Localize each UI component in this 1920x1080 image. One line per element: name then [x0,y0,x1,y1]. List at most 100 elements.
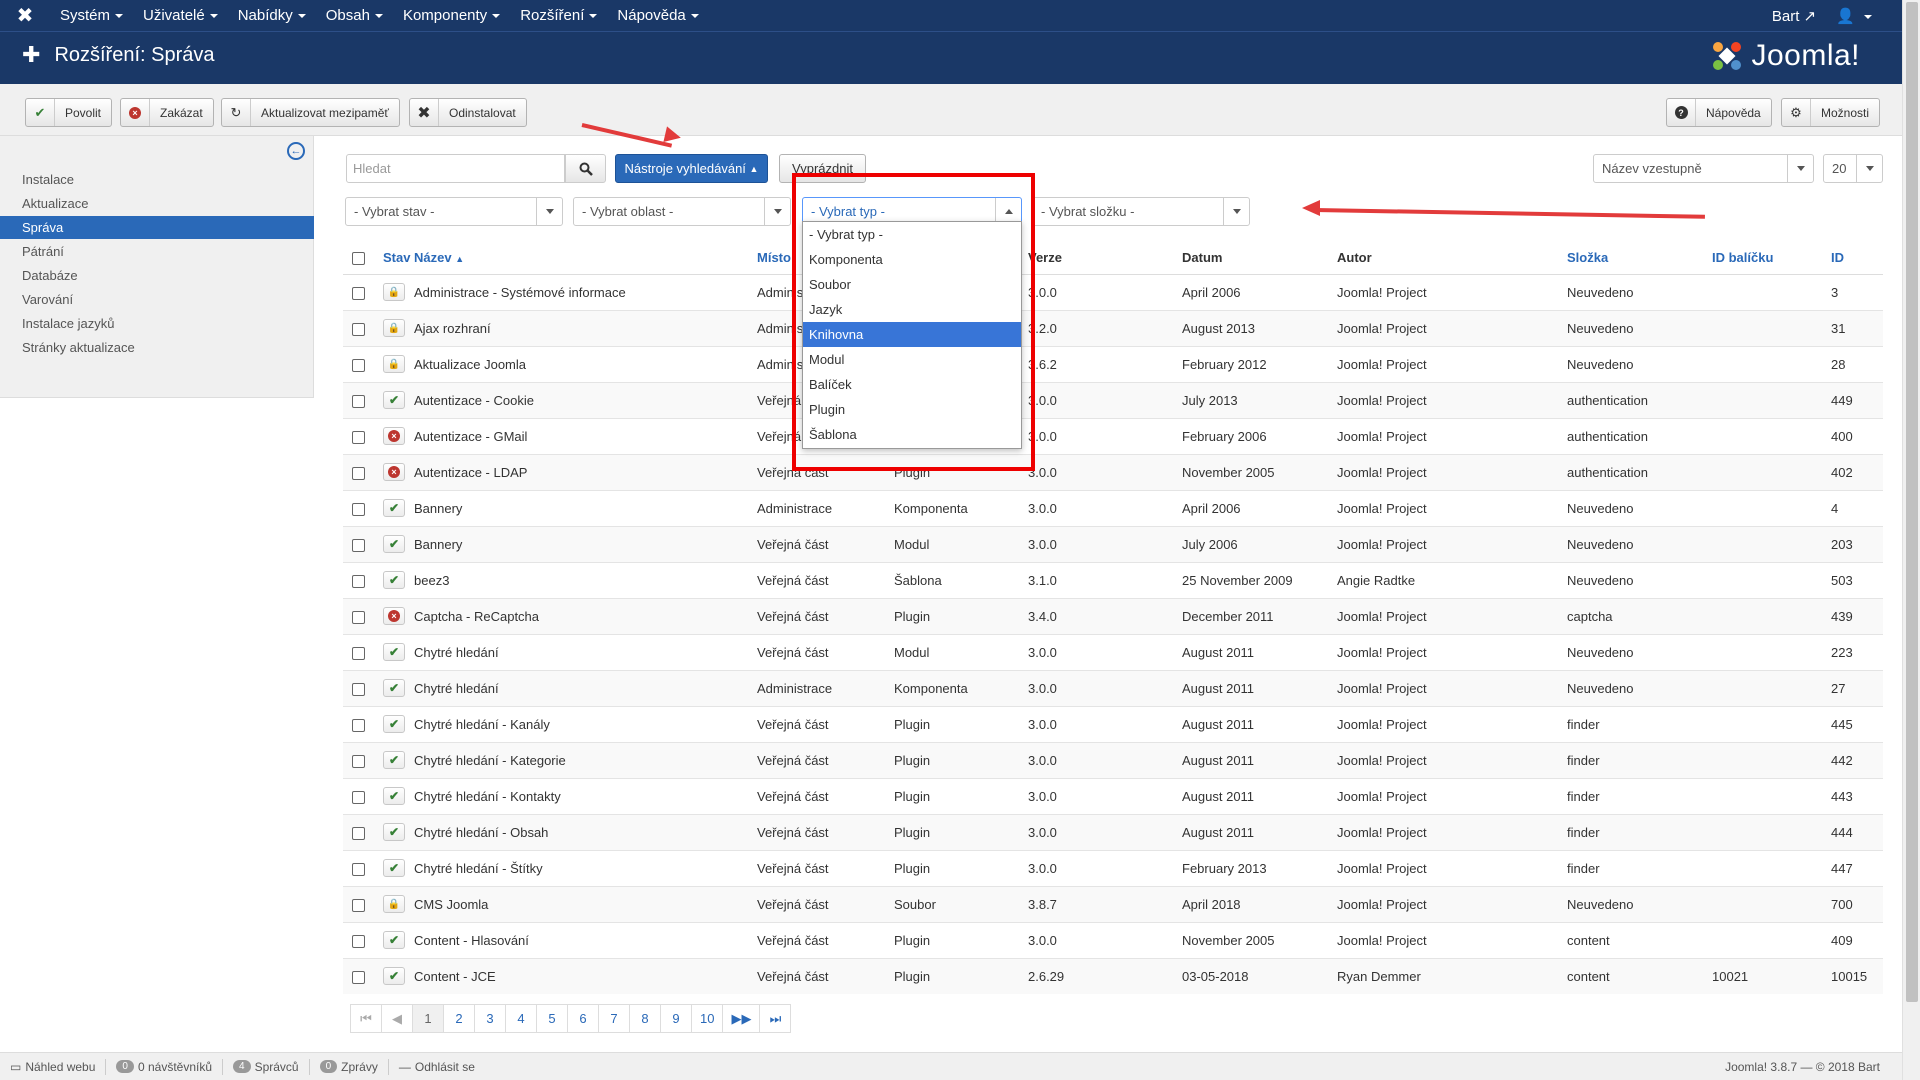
cell-name[interactable]: Bannery [414,489,757,526]
top-menu-item[interactable]: Nabídky [228,0,316,31]
cell-name[interactable]: CMS Joomla [414,885,757,922]
page-link[interactable]: 1 [412,1004,444,1033]
enabled-check-icon[interactable]: ✔ [383,391,405,409]
dropdown-option[interactable]: - Vybrat typ - [803,222,1021,247]
page-link[interactable]: 3 [474,1004,506,1033]
row-checkbox[interactable] [352,646,365,660]
vertical-scrollbar[interactable] [1902,0,1920,1080]
top-menu-item[interactable]: Systém [50,0,133,31]
options-button[interactable]: ⚙ Možnosti [1781,98,1881,127]
first-page-icon[interactable]: ⏮ [350,1004,382,1033]
joomla-logo-icon[interactable]: ✖ [0,0,50,31]
enabled-check-icon[interactable]: ✔ [383,787,405,805]
help-button[interactable]: ? Nápověda [1666,98,1772,127]
column-folder[interactable]: Složka [1567,241,1712,275]
page-link[interactable]: 6 [567,1004,599,1033]
refresh-cache-button[interactable]: ↻ Aktualizovat mezipaměť [221,98,400,127]
row-checkbox[interactable] [352,574,365,588]
area-filter-select[interactable]: - Vybrat oblast - [573,197,791,226]
page-link[interactable]: 10 [691,1004,724,1033]
cell-name[interactable]: Ajax rozhraní [414,309,757,346]
row-checkbox[interactable] [352,790,365,804]
cell-name[interactable]: Captcha - ReCaptcha [414,597,757,634]
dropdown-option[interactable]: Komponenta [803,247,1021,272]
page-link[interactable]: 8 [629,1004,661,1033]
sidebar-item[interactable]: Pátrání [0,240,314,263]
cell-name[interactable]: Chytré hledání - Obsah [414,813,757,850]
dropdown-option[interactable]: Plugin [803,397,1021,422]
row-checkbox[interactable] [352,358,365,372]
dropdown-option[interactable]: Balíček [803,372,1021,397]
row-checkbox[interactable] [352,826,365,840]
column-package-id[interactable]: ID balíčku [1712,241,1831,275]
enabled-check-icon[interactable]: ✔ [383,643,405,661]
enabled-check-icon[interactable]: ✔ [383,967,405,986]
row-checkbox[interactable] [352,322,365,336]
cell-name[interactable]: Aktualizace Joomla [414,345,757,382]
dropdown-option[interactable]: Modul [803,347,1021,372]
page-link[interactable]: 2 [443,1004,475,1033]
cell-name[interactable]: Chytré hledání - Kanály [414,705,757,742]
enabled-check-icon[interactable]: ✔ [383,571,405,589]
row-checkbox[interactable] [352,898,365,912]
disabled-cross-icon[interactable]: × [383,463,405,481]
enable-button[interactable]: ✔ Povolit [25,98,113,127]
top-menu-item[interactable]: Obsah [316,0,393,31]
enabled-check-icon[interactable]: ✔ [383,499,405,517]
top-menu-item[interactable]: Rozšíření [510,0,607,31]
row-checkbox[interactable] [352,394,365,408]
logout-link[interactable]: — Odhlásit se [389,1059,485,1075]
cell-name[interactable]: Content - Hlasování [414,921,757,958]
enabled-check-icon[interactable]: ✔ [383,859,405,877]
cell-name[interactable]: Chytré hledání [414,633,757,670]
clear-button[interactable]: Vyprázdnit [779,154,866,183]
last-page-icon[interactable]: ⏭ [759,1004,792,1033]
select-all-checkbox[interactable] [352,251,365,265]
cell-name[interactable]: Chytré hledání - Kategorie [414,741,757,778]
row-checkbox[interactable] [352,502,365,516]
row-checkbox[interactable] [352,754,365,768]
limit-select[interactable]: 20 [1823,154,1883,183]
sidebar-item[interactable]: Instalace jazyků [0,312,314,335]
sort-select[interactable]: Název vzestupně [1593,154,1814,183]
disabled-cross-icon[interactable]: × [383,427,405,445]
cell-name[interactable]: Autentizace - GMail [414,417,757,454]
enabled-check-icon[interactable]: ✔ [383,931,405,949]
cell-name[interactable]: Administrace - Systémové informace [414,273,757,310]
collapse-sidebar-icon[interactable]: ← [287,142,305,160]
row-checkbox[interactable] [352,610,365,624]
enabled-check-icon[interactable]: ✔ [383,823,405,841]
row-checkbox[interactable] [352,934,365,948]
disable-button[interactable]: × Zakázat [120,98,214,127]
sidebar-item[interactable]: Stránky aktualizace [0,336,314,359]
row-checkbox[interactable] [352,538,365,552]
cell-name[interactable]: Autentizace - LDAP [414,453,757,490]
uninstall-button[interactable]: ✖ Odinstalovat [409,98,527,127]
dropdown-option[interactable]: Jazyk [803,297,1021,322]
page-link[interactable]: 5 [536,1004,568,1033]
top-menu-item[interactable]: Komponenty [393,0,510,31]
row-checkbox[interactable] [352,682,365,696]
cell-name[interactable]: Chytré hledání - Kontakty [414,777,757,814]
page-link[interactable]: 7 [598,1004,630,1033]
sidebar-item[interactable]: Databáze [0,264,314,287]
row-checkbox[interactable] [352,862,365,876]
row-checkbox[interactable] [352,286,365,300]
sidebar-item[interactable]: Aktualizace [0,192,314,215]
disabled-cross-icon[interactable]: × [383,607,405,625]
enabled-check-icon[interactable]: ✔ [383,535,405,553]
cell-name[interactable]: Bannery [414,525,757,562]
cell-name[interactable]: Chytré hledání [414,669,757,706]
row-checkbox[interactable] [352,466,365,480]
search-input[interactable]: Hledat [346,154,565,183]
cell-name[interactable]: Content - JCE [414,957,757,994]
page-link[interactable]: 9 [660,1004,692,1033]
folder-filter-select[interactable]: - Vybrat složku - [1032,197,1250,226]
top-menu-item[interactable]: Nápověda [607,0,708,31]
row-checkbox[interactable] [352,430,365,444]
status-filter-select[interactable]: - Vybrat stav - [345,197,563,226]
dropdown-option[interactable]: Šablona [803,422,1021,447]
scrollbar-thumb[interactable] [1906,2,1918,1002]
prev-page-icon[interactable]: ◀ [381,1004,413,1033]
cell-name[interactable]: Autentizace - Cookie [414,381,757,418]
